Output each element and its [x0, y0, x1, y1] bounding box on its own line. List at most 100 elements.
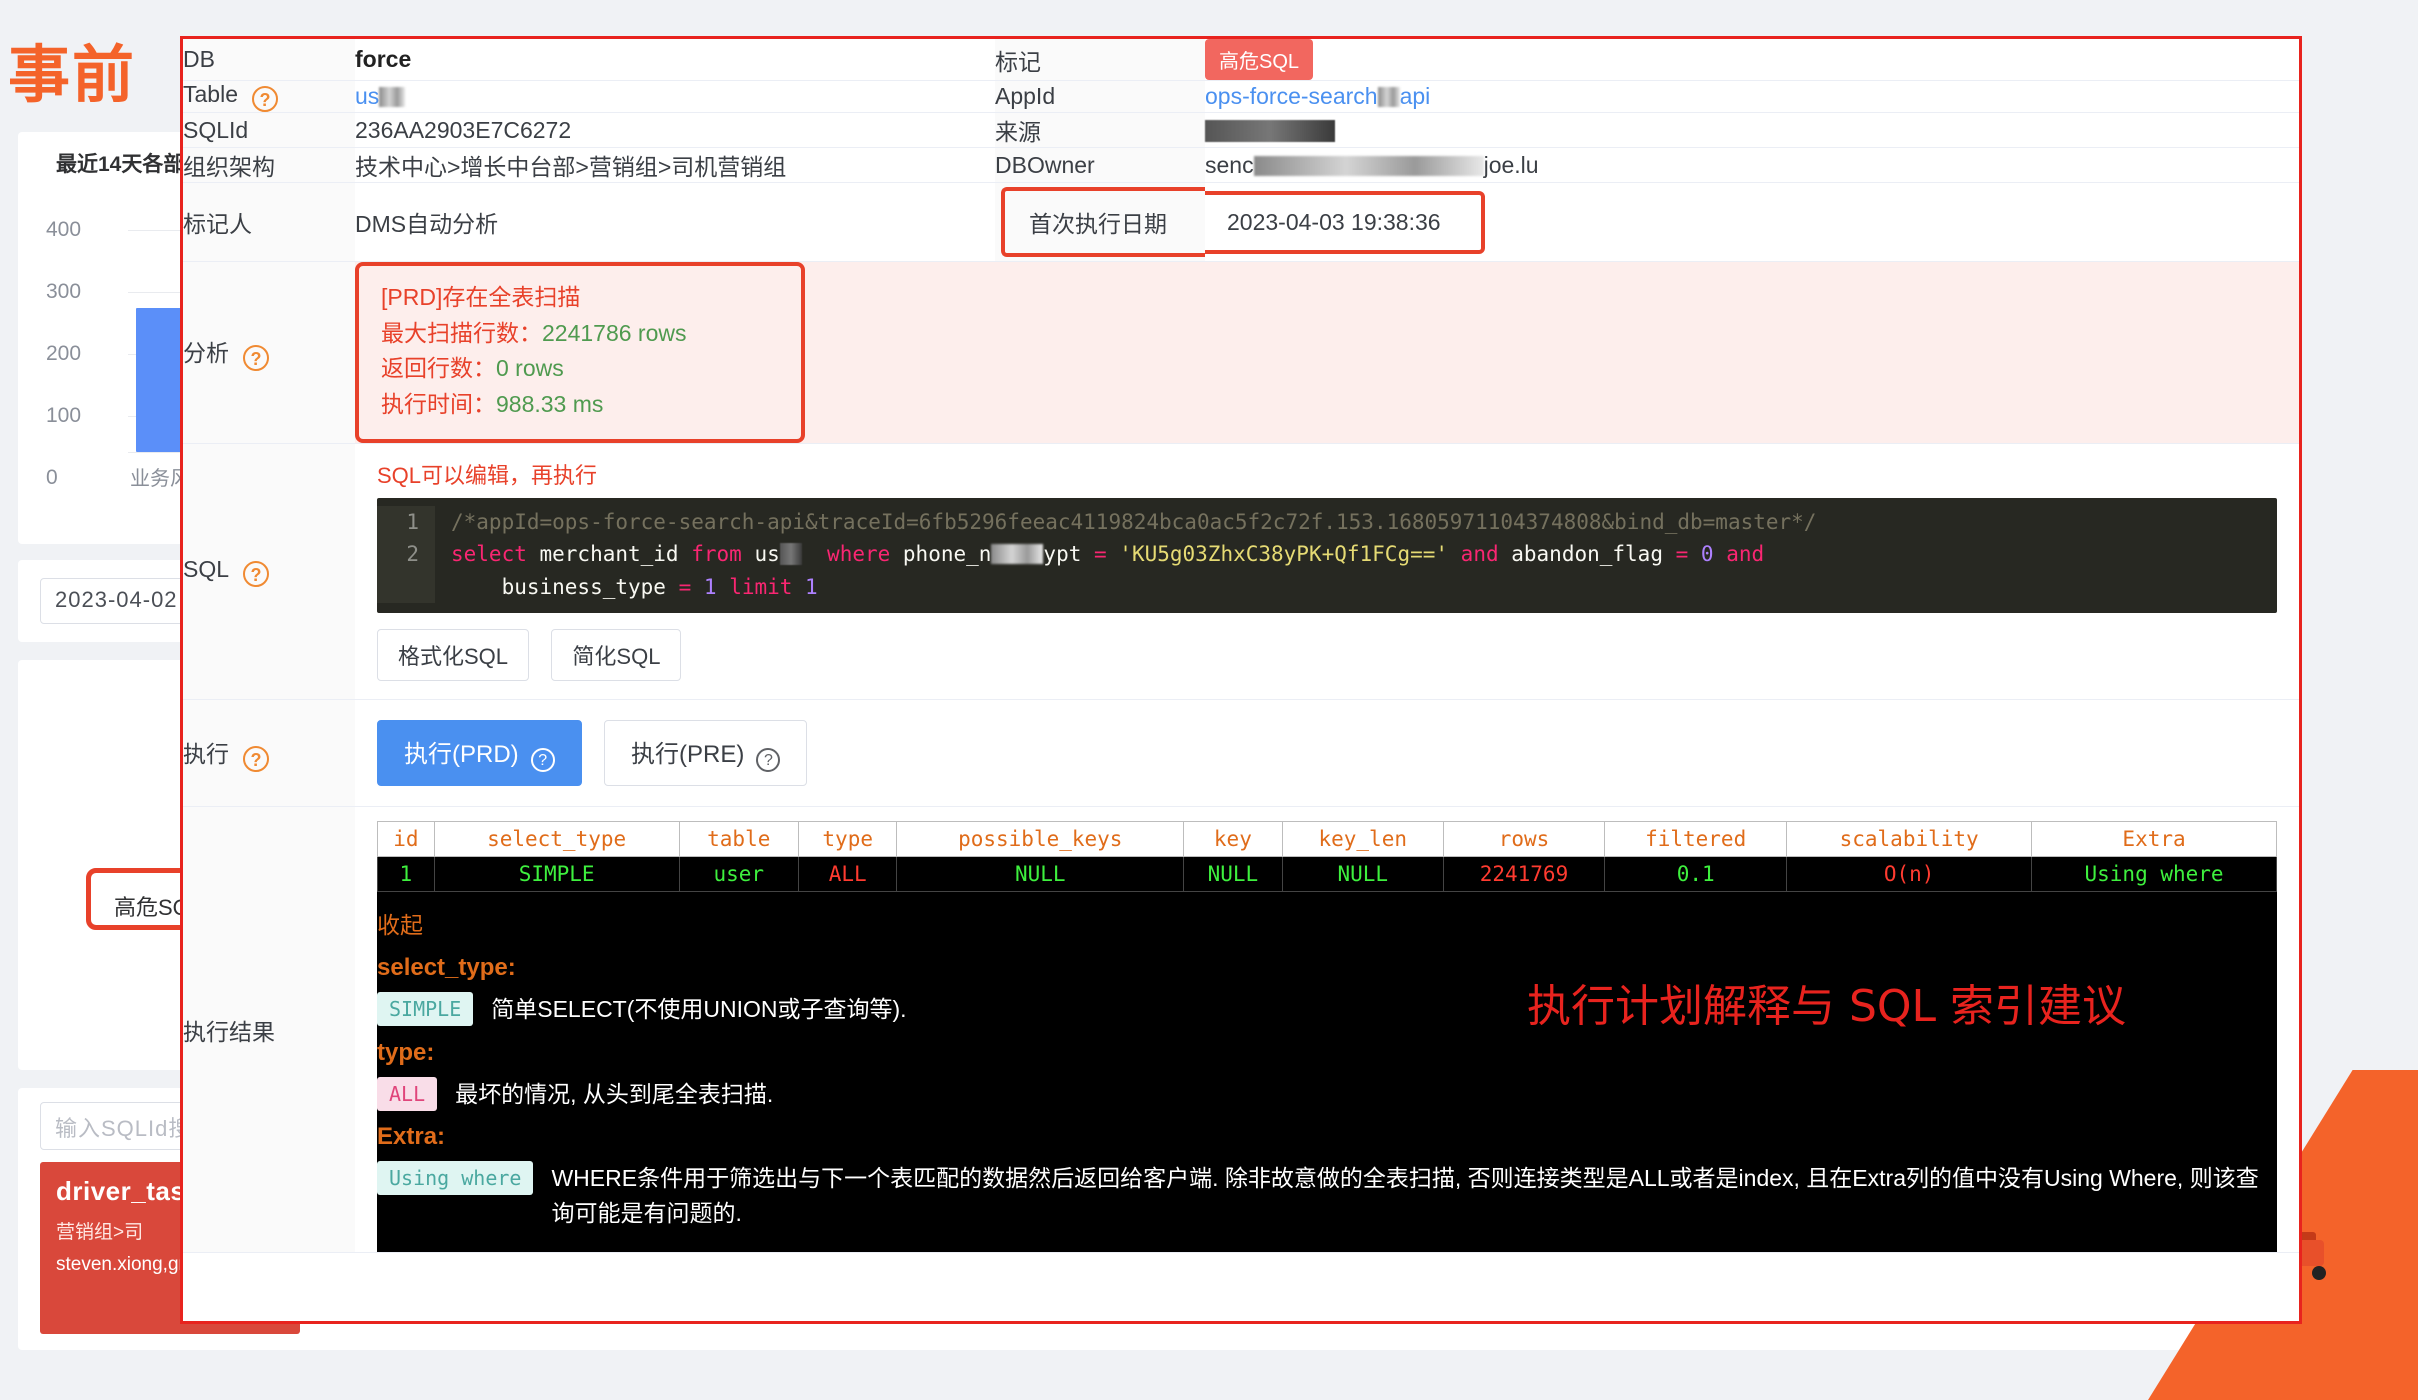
dbowner-suffix: joe.lu: [1484, 152, 1539, 178]
sql-editor[interactable]: 1 /*appId=ops-force-search-api&traceId=6…: [377, 498, 2277, 614]
explain-desc: WHERE条件用于筛选出与下一个表匹配的数据然后返回给客户端. 除非故意做的全表…: [551, 1161, 2277, 1230]
sql-kw-where: where: [827, 542, 890, 566]
field-label-db: DB: [183, 39, 355, 81]
y-tick: 0: [46, 466, 126, 528]
explain-cell: ALL: [798, 857, 897, 892]
field-value-table: us: [355, 81, 995, 113]
analysis-line-2: 最大扫描行数：2241786 rows: [381, 316, 779, 352]
field-label-sql: SQL?: [183, 443, 355, 700]
explain-cell: NULL: [1184, 857, 1283, 892]
explain-col-header: type: [798, 822, 897, 857]
explain-plan-table: id select_type table type possible_keys …: [377, 821, 2277, 892]
explain-col-header: key_len: [1282, 822, 1443, 857]
sql-kw-limit: limit: [729, 575, 805, 599]
sql-operator-2: =: [1676, 542, 1701, 566]
field-label-table: Table?: [183, 81, 355, 113]
appid-link-tail[interactable]: api: [1400, 83, 1431, 109]
sql-col-phone-tail: ypt: [1043, 542, 1094, 566]
field-value-org: 技术中心>增长中台部>营销组>司机营销组: [355, 148, 995, 183]
table-row: Table? us AppId ops-force-search api: [183, 81, 2299, 113]
sql-edit-hint: SQL可以编辑，再执行: [377, 458, 2277, 490]
table-row: DB force 标记 高危SQL: [183, 39, 2299, 81]
field-value-db: force: [355, 39, 995, 81]
execute-pre-button[interactable]: 执行(PRE)?: [604, 720, 807, 786]
help-icon[interactable]: ?: [243, 561, 269, 587]
field-value-appid: ops-force-search api: [1205, 81, 2299, 113]
sql-number-zero: 0: [1701, 542, 1714, 566]
analysis-line-2-key: 最大扫描行数：: [381, 320, 542, 346]
field-label-analysis: 分析?: [183, 262, 355, 444]
sql-line3-indent: [451, 575, 502, 599]
y-axis-left: 400 300 200 100 0: [46, 218, 126, 528]
field-label-firstexec-cell: 首次执行日期: [995, 183, 1205, 262]
help-icon[interactable]: ?: [252, 86, 278, 112]
sql-kw-where-sp: [802, 542, 827, 566]
status-badge: 高危SQL: [1205, 39, 1313, 80]
explain-item: Using where WHERE条件用于筛选出与下一个表匹配的数据然后返回给客…: [377, 1161, 2277, 1230]
firstexec-value-text: 2023-04-03 19:38:36: [1227, 209, 1441, 235]
y-tick: 100: [46, 404, 126, 466]
field-value-source: [1205, 113, 2299, 148]
detail-table: DB force 标记 高危SQL Table? us AppId ops-fo…: [183, 39, 2299, 1253]
y-tick: 400: [46, 218, 126, 280]
help-icon[interactable]: ?: [243, 345, 269, 371]
field-label-sqlid: SQLId: [183, 113, 355, 148]
field-value-mark: 高危SQL: [1205, 39, 2299, 81]
analysis-line-3-key: 返回行数：: [381, 355, 496, 381]
explain-cell: SIMPLE: [434, 857, 679, 892]
format-sql-button[interactable]: 格式化SQL: [377, 629, 529, 681]
explain-col-header: scalability: [1787, 822, 2032, 857]
analysis-line-4: 执行时间：988.33 ms: [381, 387, 779, 423]
editor-line: 2 select merchant_id from us where phone…: [377, 538, 2277, 603]
explain-cell: 2241769: [1443, 857, 1604, 892]
collapse-toggle[interactable]: 收起: [377, 906, 2277, 940]
analysis-line-2-val: 2241786 rows: [542, 320, 687, 346]
sql-kw-and-1: and: [1448, 542, 1511, 566]
dbowner-prefix: senc: [1205, 152, 1254, 178]
simplify-sql-button[interactable]: 简化SQL: [551, 629, 681, 681]
sql-toolbar: 格式化SQL 简化SQL: [377, 629, 2277, 681]
help-icon[interactable]: ?: [756, 748, 780, 772]
sql-kw-and-2: and: [1714, 542, 1765, 566]
explain-col-header: select_type: [434, 822, 679, 857]
db-value-text: force: [355, 46, 411, 72]
editor-line-content: select merchant_id from us where phone_n…: [435, 538, 1764, 603]
help-icon[interactable]: ?: [531, 748, 555, 772]
explain-col-header: rows: [1443, 822, 1604, 857]
explain-cell: 0.1: [1605, 857, 1787, 892]
table-link[interactable]: us: [355, 83, 379, 109]
redaction-mask: [1205, 120, 1335, 142]
chip-simple: SIMPLE: [377, 992, 473, 1026]
explain-cell: Using where: [2032, 857, 2277, 892]
annotation-text: 执行计划解释与 SQL 索引建议: [1527, 970, 2126, 1034]
analysis-line-4-key: 执行时间：: [381, 391, 496, 417]
analysis-label-text: 分析: [183, 340, 229, 366]
redaction-mask: [991, 544, 1043, 564]
analysis-line-3: 返回行数：0 rows: [381, 351, 779, 387]
sql-number-one: 1: [704, 575, 729, 599]
execute-prd-button[interactable]: 执行(PRD)?: [377, 720, 582, 786]
sql-kw-select: select: [451, 542, 527, 566]
help-icon[interactable]: ?: [243, 746, 269, 772]
field-value-dbowner: senc joe.lu: [1205, 148, 2299, 183]
explain-section-title: Extra:: [377, 1123, 2277, 1151]
explain-cell: O(n): [1787, 857, 2032, 892]
risk-chip-label[interactable]: 高危SQ: [114, 890, 190, 922]
table-row: 分析? [PRD]存在全表扫描 最大扫描行数：2241786 rows 返回行数…: [183, 262, 2299, 444]
sql-operator: =: [1094, 542, 1119, 566]
field-label-marker: 标记人: [183, 183, 355, 262]
explain-col-header: filtered: [1605, 822, 1787, 857]
field-value-exec: 执行(PRD)? 执行(PRE)?: [355, 700, 2299, 807]
sql-string-literal: 'KU5g03ZhxC38yPK+Qf1FCg==': [1119, 542, 1448, 566]
table-label-text: Table: [183, 81, 238, 107]
analysis-result-box: [PRD]存在全表扫描 最大扫描行数：2241786 rows 返回行数：0 r…: [355, 262, 805, 443]
explain-col-header: Extra: [2032, 822, 2277, 857]
appid-link[interactable]: ops-force-search: [1205, 83, 1378, 109]
chip-using-where: Using where: [377, 1161, 533, 1195]
analysis-line-3-val: 0 rows: [496, 355, 564, 381]
field-label-appid: AppId: [995, 81, 1205, 113]
explain-data-row: 1 SIMPLE user ALL NULL NULL NULL 2241769…: [378, 857, 2277, 892]
line-number: 2: [377, 538, 435, 603]
field-label-org: 组织架构: [183, 148, 355, 183]
explain-cell: user: [679, 857, 798, 892]
